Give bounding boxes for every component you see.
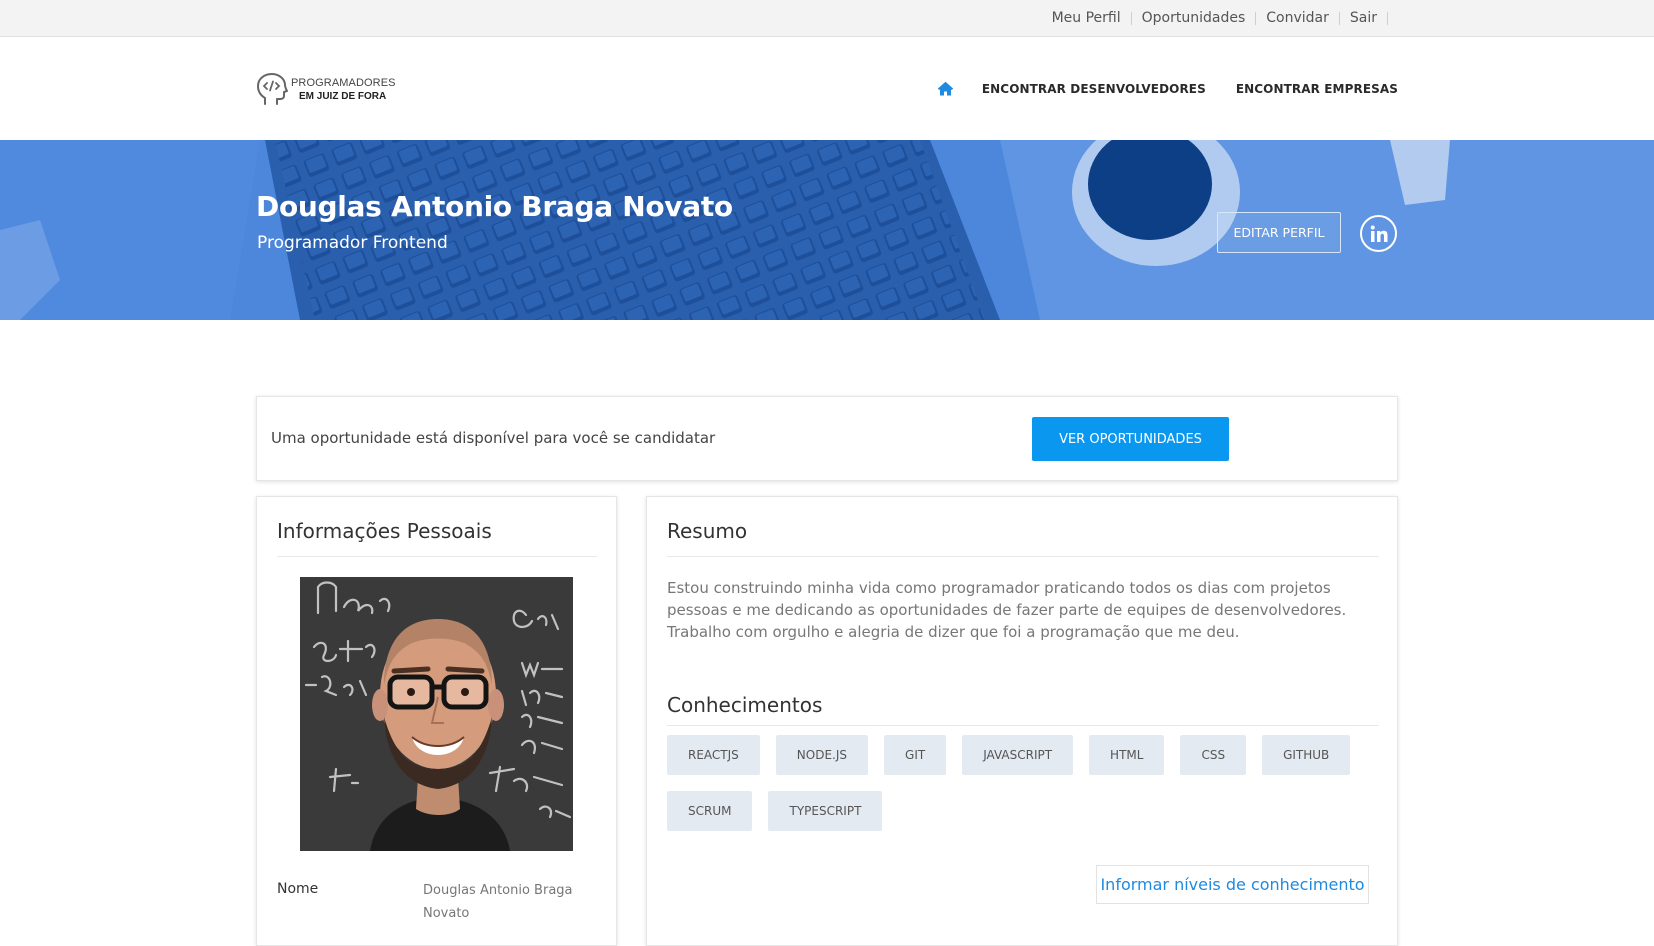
laptop-keyboard-background	[0, 140, 1654, 320]
name-value: Douglas Antonio Braga Novato	[423, 883, 573, 921]
site-logo[interactable]: PROGRAMADORES EM JUIZ DE FORA	[256, 73, 396, 107]
profile-name: Douglas Antonio Braga Novato	[256, 190, 733, 223]
code-head-icon	[257, 73, 288, 105]
linkedin-icon[interactable]	[1360, 215, 1397, 252]
nav-find-companies[interactable]: ENCONTRAR EMPRESAS	[1236, 82, 1398, 96]
top-bar: Meu Perfil Oportunidades Convidar Sair	[0, 0, 1654, 37]
opportunity-alert: Uma oportunidade está disponível para vo…	[256, 396, 1398, 481]
personal-info-title: Informações Pessoais	[277, 519, 492, 543]
top-link-oportunidades[interactable]: Oportunidades	[1132, 10, 1256, 26]
skills-list: REACTJS NODE.JS GIT JAVASCRIPT HTML CSS …	[667, 735, 1379, 847]
personal-info-card: Informações Pessoais Nome Douglas Antoni…	[256, 496, 617, 946]
name-label: Nome	[277, 881, 319, 897]
skill-chip[interactable]: GIT	[884, 735, 947, 775]
card-divider	[667, 725, 1379, 726]
profile-photo	[300, 577, 573, 851]
profile-banner: Douglas Antonio Braga Novato Programador…	[0, 140, 1654, 320]
view-opportunities-button[interactable]: VER OPORTUNIDADES	[1032, 417, 1229, 461]
skill-chip[interactable]: HTML	[1089, 735, 1165, 775]
site-header: PROGRAMADORES EM JUIZ DE FORA ENCONTRAR …	[0, 37, 1654, 140]
top-links: Meu Perfil Oportunidades Convidar Sair	[1042, 0, 1388, 36]
skill-chip[interactable]: REACTJS	[667, 735, 760, 775]
home-icon[interactable]	[937, 81, 954, 96]
inform-skill-levels-button[interactable]: Informar níveis de conhecimento	[1096, 865, 1369, 904]
card-divider	[667, 556, 1379, 557]
logo-line-1: PROGRAMADORES	[291, 77, 396, 89]
profile-role: Programador Frontend	[257, 233, 448, 253]
top-link-separator	[1387, 11, 1388, 25]
skill-chip[interactable]: GITHUB	[1262, 735, 1351, 775]
skills-title: Conhecimentos	[667, 693, 823, 717]
skill-chip[interactable]: NODE.JS	[775, 735, 869, 775]
summary-text: Estou construindo minha vida como progra…	[667, 579, 1347, 641]
summary-card: Resumo Estou construindo minha vida como…	[646, 496, 1398, 946]
edit-profile-button[interactable]: EDITAR PERFIL	[1217, 212, 1341, 253]
nav-find-developers[interactable]: ENCONTRAR DESENVOLVEDORES	[982, 82, 1206, 96]
main-nav: ENCONTRAR DESENVOLVEDORES ENCONTRAR EMPR…	[937, 37, 1398, 140]
opportunity-alert-text: Uma oportunidade está disponível para vo…	[271, 429, 716, 447]
skill-chip[interactable]: TYPESCRIPT	[768, 791, 883, 831]
summary-title: Resumo	[667, 519, 748, 543]
skill-chip[interactable]: SCRUM	[667, 791, 753, 831]
logo-line-2: EM JUIZ DE FORA	[299, 91, 387, 102]
top-link-meu-perfil[interactable]: Meu Perfil	[1042, 10, 1131, 26]
top-link-sair[interactable]: Sair	[1340, 10, 1387, 26]
card-divider	[277, 556, 597, 557]
skill-chip[interactable]: JAVASCRIPT	[962, 735, 1074, 775]
top-link-convidar[interactable]: Convidar	[1256, 10, 1339, 26]
skill-chip[interactable]: CSS	[1180, 735, 1247, 775]
